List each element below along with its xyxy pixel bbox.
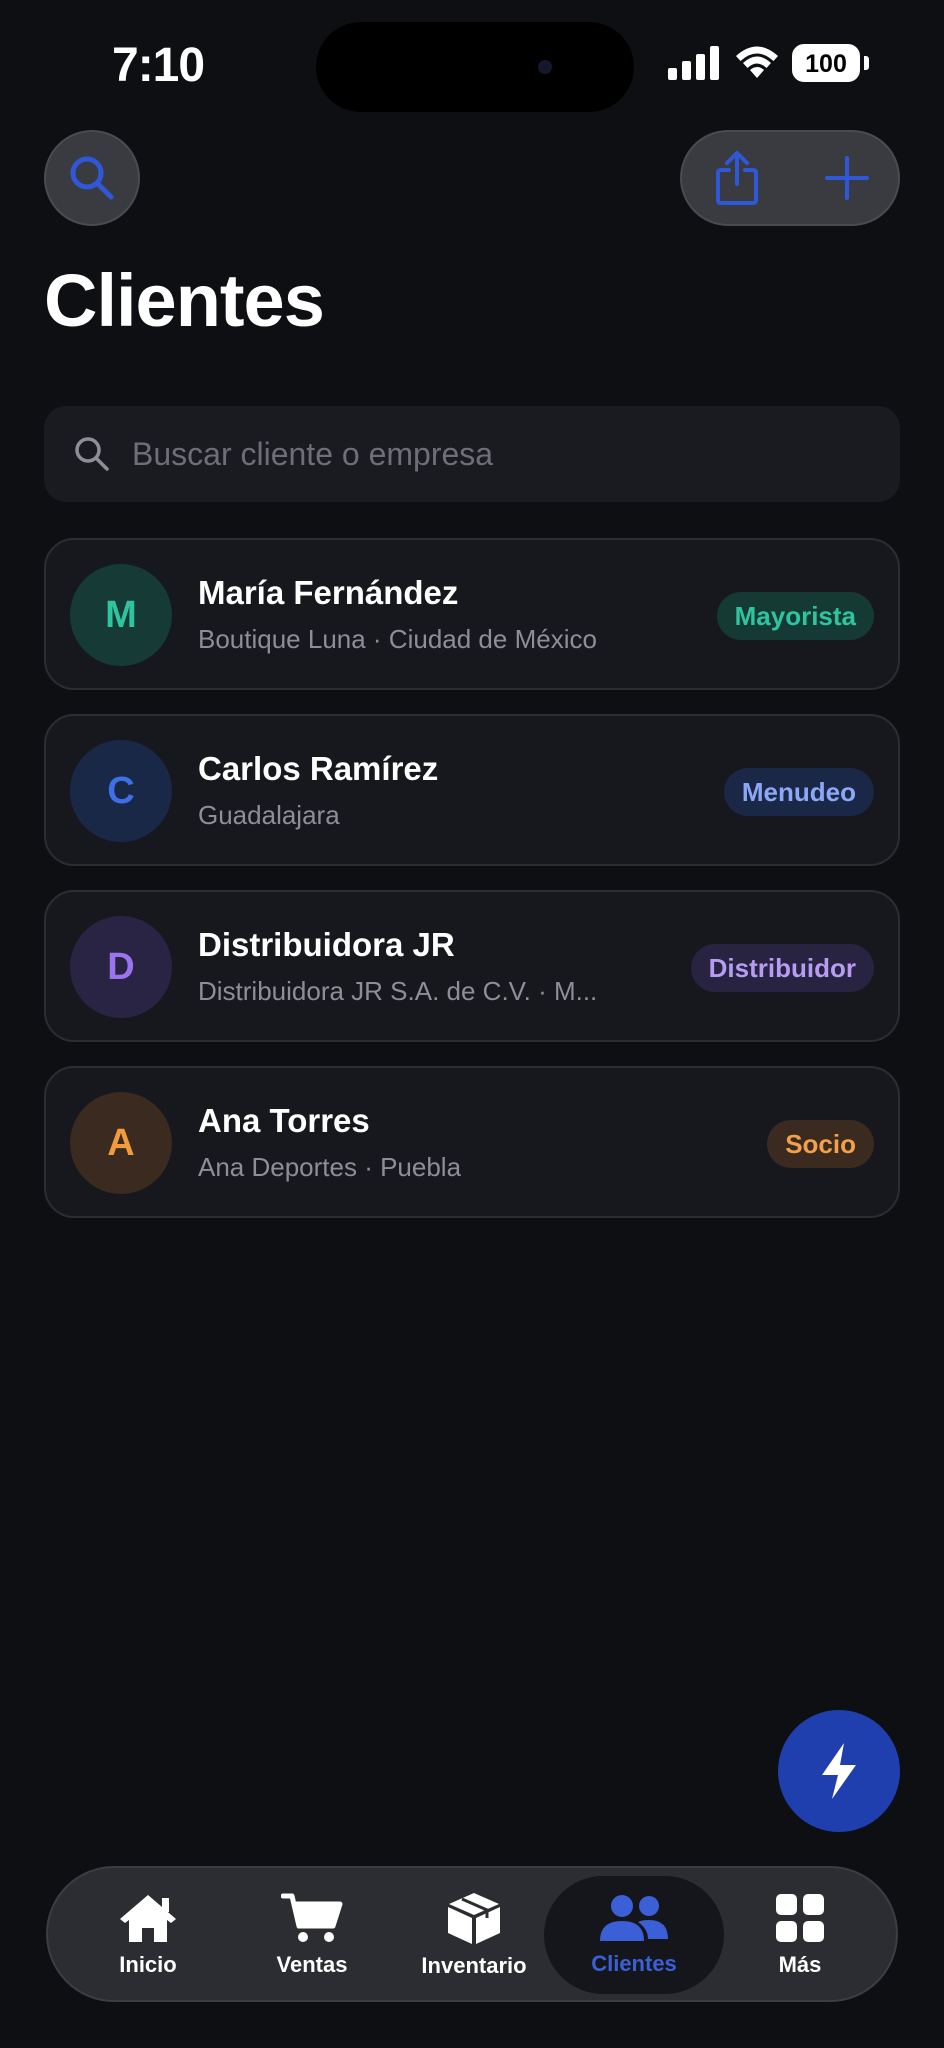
status-time: 7:10: [112, 39, 205, 92]
avatar: C: [70, 740, 172, 842]
client-name: Distribuidora JR: [198, 926, 455, 963]
battery-level: 100: [805, 50, 847, 78]
client-card-maria-fernandez[interactable]: M María Fernández Boutique Luna · Ciudad…: [44, 538, 900, 690]
house-icon: [120, 1895, 176, 1942]
tab-label: Más: [778, 1952, 822, 1977]
quick-action-button[interactable]: [778, 1710, 900, 1832]
tab-label: Clientes: [591, 1951, 677, 1976]
battery-icon: 100: [792, 44, 860, 82]
tab-inicio[interactable]: Inicio: [58, 1876, 238, 1994]
tab-label: Inicio: [119, 1952, 177, 1977]
magnifier-icon: [70, 156, 114, 200]
tab-mas[interactable]: Más: [710, 1876, 890, 1994]
client-type-badge: Socio: [767, 1120, 874, 1168]
status-bar: 7:10 100: [0, 0, 944, 130]
people-icon: [600, 1895, 668, 1941]
client-subtitle: Guadalajara: [198, 800, 340, 830]
cellular-signal-icon: [668, 46, 719, 80]
wifi-icon: [736, 46, 778, 78]
box-icon: [448, 1893, 500, 1944]
tab-label: Ventas: [276, 1952, 348, 1977]
tab-label: Inventario: [421, 1953, 527, 1978]
header-actions: [680, 130, 900, 226]
client-type-badge: Distribuidor: [690, 944, 874, 992]
client-subtitle: Distribuidora JR S.A. de C.V. · M...: [198, 976, 598, 1006]
search-button[interactable]: [44, 130, 140, 226]
client-subtitle: Boutique Luna · Ciudad de México: [198, 624, 597, 654]
cart-icon: [281, 1893, 343, 1942]
bolt-icon: [822, 1743, 856, 1799]
camera-dot: [538, 60, 552, 74]
client-subtitle: Ana Deportes · Puebla: [198, 1152, 462, 1182]
battery-cap: [864, 56, 869, 70]
search-input[interactable]: [132, 435, 852, 473]
add-client-button[interactable]: [792, 132, 902, 224]
client-name: María Fernández: [198, 574, 459, 611]
client-card-distribuidora-jr[interactable]: D Distribuidora JR Distribuidora JR S.A.…: [44, 890, 900, 1042]
client-type-badge: Mayorista: [716, 592, 874, 640]
search-bar[interactable]: [44, 406, 900, 502]
client-card-ana-torres[interactable]: A Ana Torres Ana Deportes · Puebla Socio: [44, 1066, 900, 1218]
tab-ventas[interactable]: Ventas: [222, 1876, 402, 1994]
page-title: Clientes: [44, 259, 325, 342]
search-icon: [75, 437, 109, 471]
plus-icon: [825, 156, 869, 200]
share-button[interactable]: [682, 132, 792, 224]
avatar: M: [70, 564, 172, 666]
avatar: D: [70, 916, 172, 1018]
tab-bar: Inicio Ventas Inventario Clientes Más: [46, 1866, 898, 2002]
client-type-badge: Menudeo: [723, 768, 874, 816]
client-name: Ana Torres: [198, 1102, 370, 1139]
dynamic-island: [316, 22, 634, 112]
avatar: A: [70, 1092, 172, 1194]
share-icon: [716, 151, 758, 205]
tab-inventario[interactable]: Inventario: [384, 1876, 564, 1994]
client-name: Carlos Ramírez: [198, 750, 439, 787]
grid-icon: [776, 1894, 824, 1942]
client-card-carlos-ramirez[interactable]: C Carlos Ramírez Guadalajara Menudeo: [44, 714, 900, 866]
tab-clientes[interactable]: Clientes: [544, 1876, 724, 1994]
